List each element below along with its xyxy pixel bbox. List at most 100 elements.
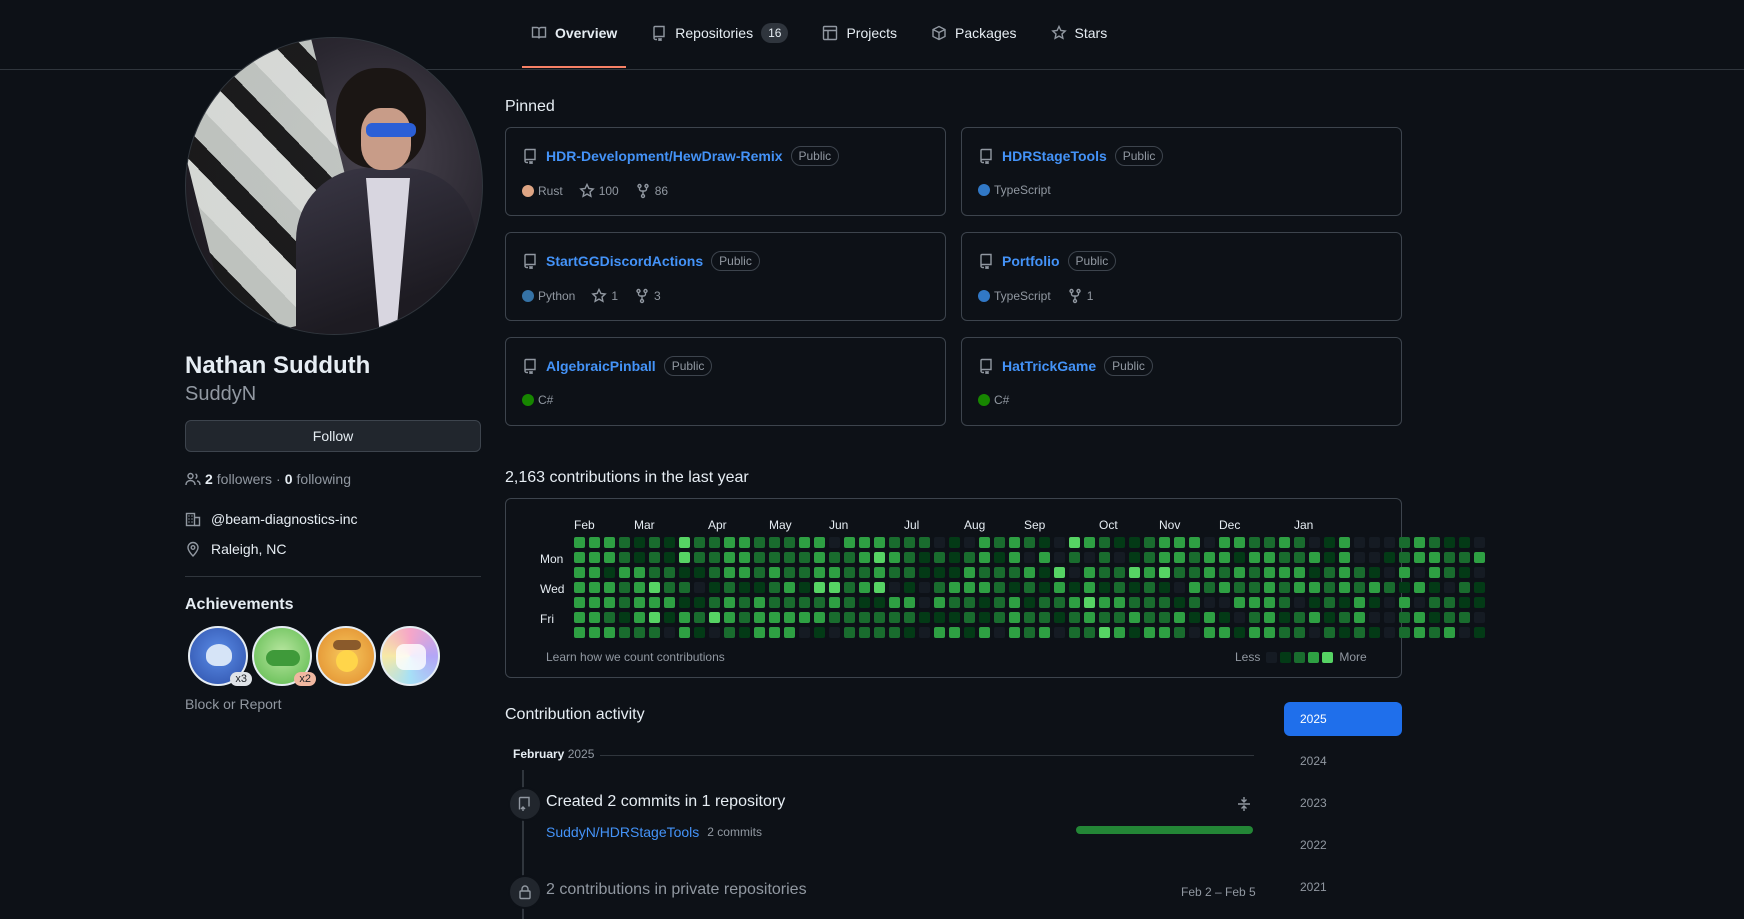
contribution-day[interactable] (649, 582, 660, 593)
fold-icon[interactable] (1236, 796, 1252, 812)
contribution-day[interactable] (784, 612, 795, 623)
contribution-day[interactable] (919, 597, 930, 608)
contribution-day[interactable] (1459, 582, 1470, 593)
contribution-day[interactable] (1339, 537, 1350, 548)
contribution-day[interactable] (694, 537, 705, 548)
contribution-day[interactable] (589, 627, 600, 638)
contribution-day[interactable] (1054, 597, 1065, 608)
contribution-day[interactable] (1354, 612, 1365, 623)
repo-stars[interactable]: 1 (591, 288, 618, 304)
contribution-day[interactable] (1099, 537, 1110, 548)
contribution-day[interactable] (1129, 612, 1140, 623)
contribution-day[interactable] (1129, 627, 1140, 638)
contribution-day[interactable] (694, 597, 705, 608)
contribution-day[interactable] (949, 582, 960, 593)
contribution-day[interactable] (1414, 597, 1425, 608)
contribution-day[interactable] (1039, 567, 1050, 578)
contribution-day[interactable] (1369, 597, 1380, 608)
tab-repositories[interactable]: Repositories 16 (642, 0, 797, 68)
contribution-day[interactable] (1114, 627, 1125, 638)
contribution-day[interactable] (769, 552, 780, 563)
contribution-day[interactable] (1399, 597, 1410, 608)
contribution-day[interactable] (574, 567, 585, 578)
contribution-day[interactable] (1204, 582, 1215, 593)
contribution-day[interactable] (919, 552, 930, 563)
contribution-day[interactable] (1174, 567, 1185, 578)
contribution-day[interactable] (574, 627, 585, 638)
contribution-day[interactable] (1414, 612, 1425, 623)
contribution-day[interactable] (1309, 567, 1320, 578)
contribution-day[interactable] (1114, 567, 1125, 578)
contribution-day[interactable] (724, 612, 735, 623)
contribution-day[interactable] (844, 612, 855, 623)
contribution-day[interactable] (1159, 627, 1170, 638)
contribution-day[interactable] (1219, 597, 1230, 608)
followers-count[interactable]: 2 (205, 471, 213, 487)
contribution-day[interactable] (754, 537, 765, 548)
contribution-day[interactable] (904, 627, 915, 638)
contribution-day[interactable] (589, 537, 600, 548)
contribution-day[interactable] (634, 567, 645, 578)
contribution-day[interactable] (619, 597, 630, 608)
contribution-day[interactable] (1114, 582, 1125, 593)
tab-projects[interactable]: Projects (813, 0, 906, 68)
contribution-day[interactable] (1414, 627, 1425, 638)
contribution-day[interactable] (1069, 537, 1080, 548)
contribution-day[interactable] (1159, 597, 1170, 608)
contribution-day[interactable] (1039, 552, 1050, 563)
contribution-day[interactable] (949, 627, 960, 638)
contribution-day[interactable] (784, 537, 795, 548)
contribution-day[interactable] (1444, 552, 1455, 563)
contribution-day[interactable] (1174, 612, 1185, 623)
pinned-repo-link[interactable]: HDR-Development/HewDraw-Remix (546, 148, 783, 164)
contribution-day[interactable] (1444, 597, 1455, 608)
contribution-day[interactable] (919, 582, 930, 593)
contribution-day[interactable] (859, 627, 870, 638)
contribution-day[interactable] (1249, 582, 1260, 593)
contribution-day[interactable] (619, 552, 630, 563)
contribution-day[interactable] (1204, 627, 1215, 638)
contribution-day[interactable] (1174, 552, 1185, 563)
contribution-day[interactable] (1144, 612, 1155, 623)
contribution-day[interactable] (1219, 567, 1230, 578)
contribution-day[interactable] (1474, 597, 1485, 608)
contribution-day[interactable] (1204, 537, 1215, 548)
contribution-day[interactable] (1249, 552, 1260, 563)
contribution-day[interactable] (934, 537, 945, 548)
pinned-repo-link[interactable]: Portfolio (1002, 253, 1060, 269)
contribution-day[interactable] (1309, 612, 1320, 623)
contribution-day[interactable] (1009, 537, 1020, 548)
contribution-day[interactable] (1174, 627, 1185, 638)
contribution-day[interactable] (1399, 537, 1410, 548)
contribution-day[interactable] (619, 537, 630, 548)
contribution-day[interactable] (664, 612, 675, 623)
contribution-day[interactable] (1054, 567, 1065, 578)
contribution-day[interactable] (829, 597, 840, 608)
contribution-day[interactable] (1174, 582, 1185, 593)
contribution-day[interactable] (1459, 627, 1470, 638)
year-2023[interactable]: 2023 (1284, 786, 1402, 820)
contribution-day[interactable] (1264, 582, 1275, 593)
contribution-day[interactable] (1174, 537, 1185, 548)
contribution-day[interactable] (664, 597, 675, 608)
contribution-day[interactable] (1054, 627, 1065, 638)
contribution-day[interactable] (1294, 537, 1305, 548)
contribution-day[interactable] (1024, 597, 1035, 608)
contribution-day[interactable] (1444, 627, 1455, 638)
contribution-day[interactable] (1204, 597, 1215, 608)
following-count[interactable]: 0 (285, 471, 293, 487)
year-2025[interactable]: 2025 (1284, 702, 1402, 736)
contribution-day[interactable] (949, 537, 960, 548)
contribution-day[interactable] (709, 537, 720, 548)
contribution-day[interactable] (1009, 612, 1020, 623)
contribution-day[interactable] (1069, 567, 1080, 578)
contribution-day[interactable] (1039, 612, 1050, 623)
contribution-day[interactable] (634, 627, 645, 638)
contribution-day[interactable] (814, 612, 825, 623)
contribution-day[interactable] (1399, 612, 1410, 623)
contribution-day[interactable] (1474, 537, 1485, 548)
contribution-day[interactable] (1114, 537, 1125, 548)
contribution-day[interactable] (1339, 612, 1350, 623)
contribution-day[interactable] (634, 537, 645, 548)
contribution-day[interactable] (904, 597, 915, 608)
